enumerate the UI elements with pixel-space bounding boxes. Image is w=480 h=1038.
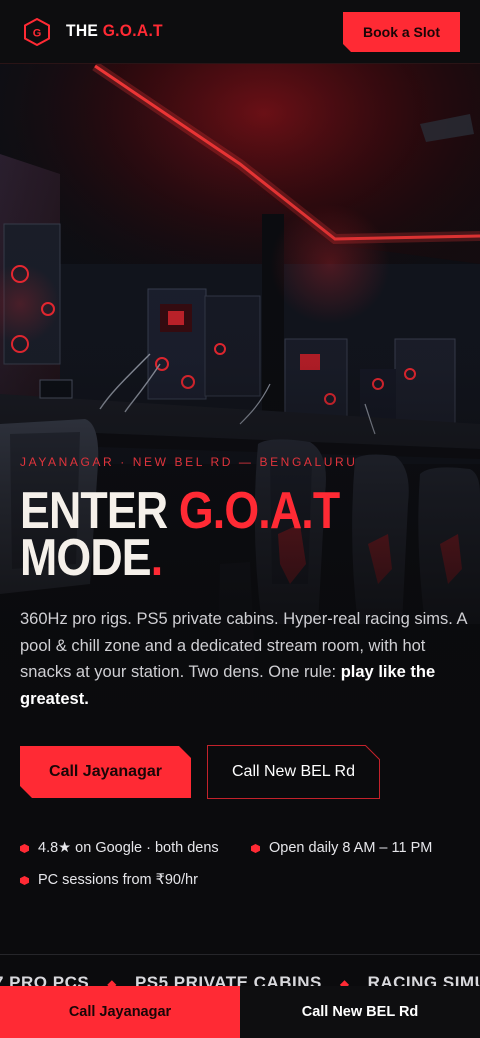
call-new-bel-rd-label: Call New BEL Rd [231, 763, 355, 780]
ticker-track: 7 PRO PCS ◆ PS5 PRIVATE CABINS ◆ RACING SIMU… [0, 973, 480, 986]
ticker-item: RACING SIMULATO [367, 973, 480, 986]
call-new-bel-rd-button[interactable]: Call New BEL Rd [207, 745, 380, 799]
hero-description: 360Hz pro rigs. PS5 private cabins. Hype… [20, 606, 468, 712]
sticky-call-bar: Call Jayanagar Call New BEL Rd [0, 986, 480, 1038]
headline-goat: G.O.A.T [178, 482, 340, 540]
fact-hours: Open daily 8 AM – 11 PM [251, 840, 432, 856]
diamond-separator-icon: ◆ [107, 977, 117, 986]
headline-mode: MODE [20, 529, 152, 587]
book-slot-button[interactable]: Book a Slot [343, 12, 460, 52]
sticky-call-new-bel-rd-button[interactable]: Call New BEL Rd [240, 986, 480, 1038]
location-kicker: JAYANAGAR · NEW BEL RD — BENGALURU [20, 455, 358, 469]
ticker-item: 7 PRO PCS [0, 973, 90, 986]
diamond-separator-icon: ◆ [339, 977, 350, 986]
top-header: G THE G.O.A.T Book a Slot [0, 0, 480, 64]
headline-period: . [150, 529, 163, 587]
ticker-item: PS5 PRIVATE CABINS [134, 973, 322, 986]
fact-pricing: PC sessions from ₹90/hr [20, 872, 198, 888]
fact-pricing-text: PC sessions from ₹90/hr [38, 872, 198, 888]
hexagon-bullet-icon [20, 875, 29, 885]
hexagon-bullet-icon [20, 843, 29, 853]
sticky-call-jayanagar-button[interactable]: Call Jayanagar [0, 986, 240, 1038]
brand-name[interactable]: THE G.O.A.T [66, 21, 163, 41]
hero-headline: ENTER G.O.A.T MODE. [20, 485, 340, 584]
fact-hours-text: Open daily 8 AM – 11 PM [269, 840, 433, 856]
brand-name-white: THE [66, 21, 99, 40]
fact-rating-text: 4.8★ on Google · both dens [38, 840, 219, 856]
hexagon-bullet-icon [251, 843, 260, 853]
brand-name-red: G.O.A.T [102, 21, 163, 40]
hero-section: JAYANAGAR · NEW BEL RD — BENGALURU ENTER… [0, 64, 480, 954]
logo-letter: G [33, 28, 42, 40]
features-ticker: 7 PRO PCS ◆ PS5 PRIVATE CABINS ◆ RACING SIMU… [0, 954, 480, 986]
logo-hexagon-icon[interactable]: G [24, 18, 50, 46]
call-jayanagar-button[interactable]: Call Jayanagar [20, 746, 191, 798]
fact-rating: 4.8★ on Google · both dens [20, 840, 219, 856]
